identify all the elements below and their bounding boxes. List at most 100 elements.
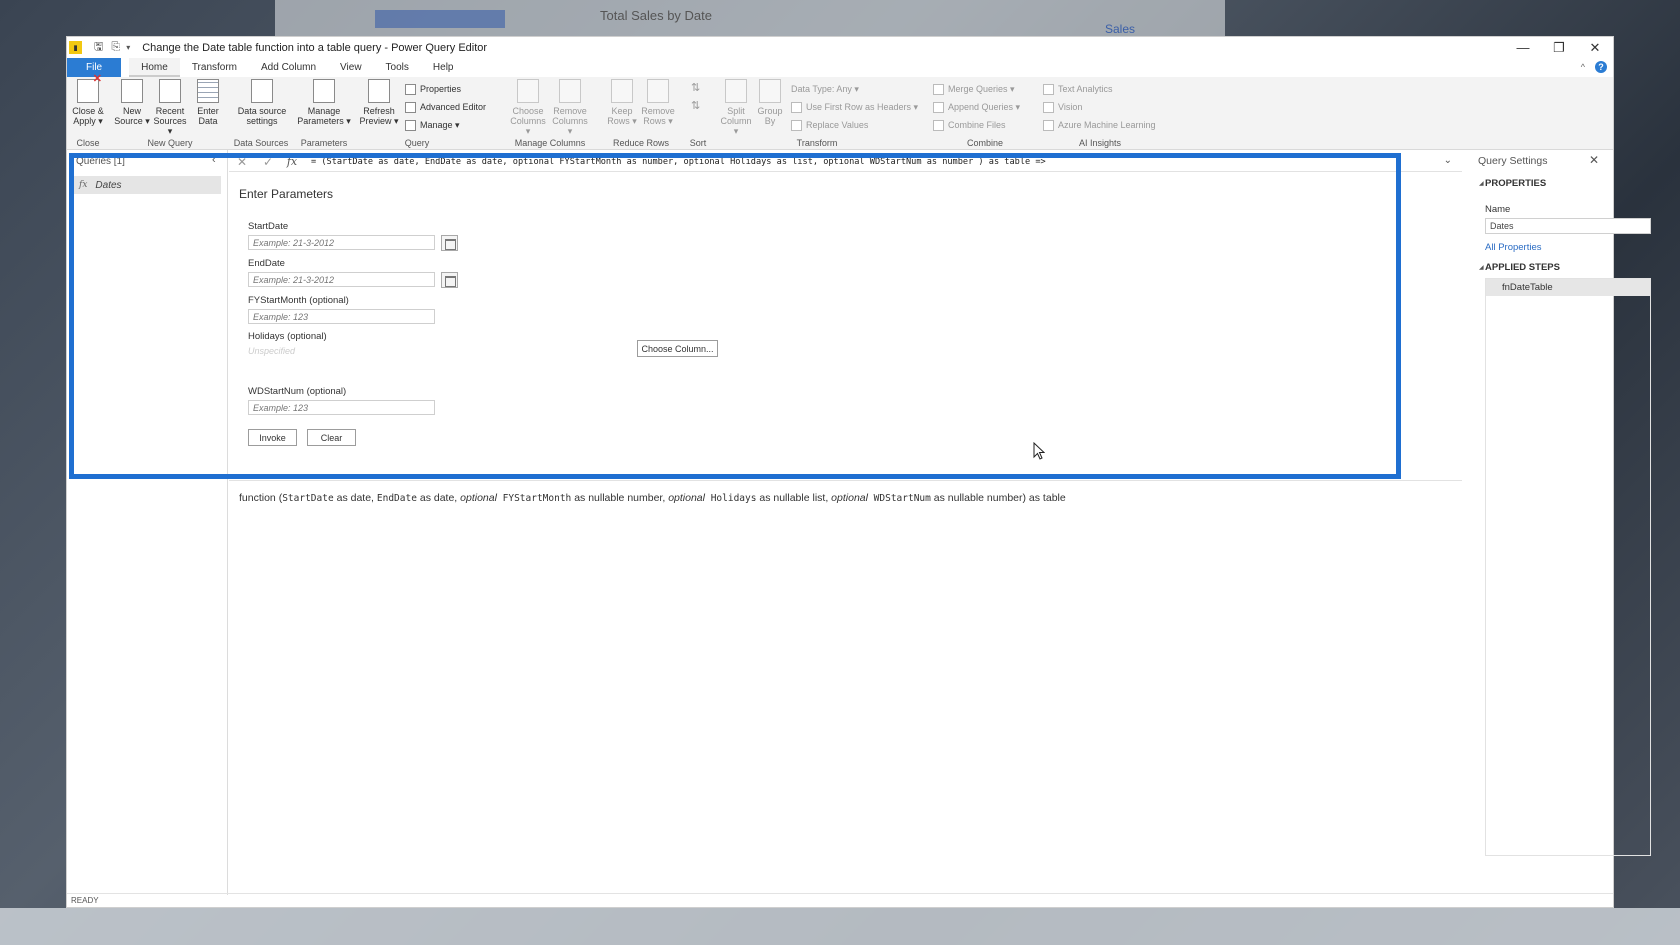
parameters-panel: Enter Parameters StartDate EndDate FYSta… xyxy=(229,172,1462,895)
ribbon-group-query: Refresh Preview ▾ Properties Advanced Ed… xyxy=(357,77,486,150)
enter-data-button[interactable]: Enter Data xyxy=(189,79,227,126)
tab-help[interactable]: Help xyxy=(421,58,466,77)
formula-bar: ✕ ✓ fx = (StartDate as date, EndDate as … xyxy=(229,152,1462,172)
new-source-button[interactable]: New Source ▾ xyxy=(113,79,151,126)
manage-button[interactable]: Manage ▾ xyxy=(405,117,460,133)
fx-icon[interactable]: fx xyxy=(281,155,303,168)
group-by-label: Group By xyxy=(757,106,783,126)
vision-button[interactable]: Vision xyxy=(1043,99,1082,115)
first-row-headers-label: Use First Row as Headers ▾ xyxy=(806,101,919,112)
advanced-editor-button[interactable]: Advanced Editor xyxy=(405,99,486,115)
undo-icon[interactable]: ⎘ xyxy=(111,41,120,54)
remove-rows-label: Remove Rows ▾ xyxy=(641,106,675,126)
sig-param-fystartmonth: FYStartMonth xyxy=(496,493,572,504)
recent-sources-icon xyxy=(159,79,181,103)
data-source-settings-button[interactable]: Data source settings xyxy=(237,79,287,126)
refresh-preview-label: Refresh Preview ▾ xyxy=(359,106,399,126)
sig-part: function ( xyxy=(239,492,283,504)
tab-view[interactable]: View xyxy=(328,58,374,77)
query-name-input[interactable] xyxy=(1485,218,1651,234)
split-column-button[interactable]: Split Column ▾ xyxy=(717,79,755,136)
first-row-headers-button[interactable]: Use First Row as Headers ▾ xyxy=(791,99,918,115)
collapse-ribbon-icon[interactable]: ^ xyxy=(1581,62,1585,72)
keep-rows-button[interactable]: Keep Rows ▾ xyxy=(603,79,641,126)
choose-columns-button[interactable]: Choose Columns ▾ xyxy=(509,79,547,136)
tab-home[interactable]: Home xyxy=(129,58,180,77)
wd-start-num-label: WDStartNum (optional) xyxy=(248,386,347,397)
close-apply-icon xyxy=(77,74,102,103)
minimize-button[interactable]: — xyxy=(1505,37,1541,58)
merge-queries-button[interactable]: Merge Queries ▾ xyxy=(933,81,1015,97)
group-label-new-query: New Query xyxy=(147,138,193,148)
quick-access-dropdown-icon[interactable]: ▾ xyxy=(126,43,130,52)
recent-sources-button[interactable]: Recent Sources ▾ xyxy=(151,79,189,136)
tab-add-column[interactable]: Add Column xyxy=(249,58,328,77)
group-label-transform: Transform xyxy=(796,138,838,148)
sig-optional: optional xyxy=(668,492,705,504)
sig-param-enddate: EndDate xyxy=(376,493,417,504)
replace-values-button[interactable]: Replace Values xyxy=(791,117,868,133)
close-settings-icon[interactable]: ✕ xyxy=(1589,153,1599,167)
collapse-properties-icon[interactable]: ◢ xyxy=(1479,180,1484,187)
group-label-reduce-rows: Reduce Rows xyxy=(612,138,670,148)
sig-param-wdstartnum: WDStartNum xyxy=(867,493,931,504)
fy-start-month-input[interactable] xyxy=(248,309,435,324)
start-date-input[interactable] xyxy=(248,235,435,250)
ribbon: Close & Apply ▾ Close New Source ▾ Recen… xyxy=(67,74,1613,150)
invoke-button[interactable]: Invoke xyxy=(248,429,297,446)
collapse-applied-steps-icon[interactable]: ◢ xyxy=(1479,264,1484,271)
data-source-settings-label: Data source settings xyxy=(237,106,287,126)
close-button[interactable]: ✕ xyxy=(1577,37,1613,58)
data-type-dropdown[interactable]: Data Type: Any ▾ xyxy=(791,81,859,97)
sort-ascending-icon[interactable]: ⇅ xyxy=(691,79,700,95)
ribbon-group-new-query: New Source ▾ Recent Sources ▾ Enter Data… xyxy=(111,77,229,150)
cancel-formula-icon[interactable]: ✕ xyxy=(229,155,255,169)
properties-section-title: PROPERTIES xyxy=(1485,178,1547,189)
sig-part: as date, xyxy=(416,492,461,504)
append-queries-button[interactable]: Append Queries ▾ xyxy=(933,99,1020,115)
text-analytics-button[interactable]: Text Analytics xyxy=(1043,81,1113,97)
query-item-dates[interactable]: fx Dates xyxy=(73,176,221,194)
all-properties-link[interactable]: All Properties xyxy=(1485,242,1542,253)
group-by-button[interactable]: Group By xyxy=(755,79,785,126)
parameters-title: Enter Parameters xyxy=(239,187,334,201)
save-icon[interactable]: 🖫 xyxy=(94,38,103,57)
remove-rows-button[interactable]: Remove Rows ▾ xyxy=(639,79,677,126)
expand-formula-icon[interactable]: ⌄ xyxy=(1444,155,1452,166)
start-date-calendar-icon[interactable] xyxy=(441,235,458,251)
help-icon[interactable]: ? xyxy=(1595,61,1607,73)
background-slide-title: Total Sales by Date xyxy=(600,8,713,23)
properties-icon xyxy=(405,83,416,95)
group-label-combine: Combine xyxy=(966,138,1004,148)
choose-column-button[interactable]: Choose Column... xyxy=(637,340,718,357)
queries-header: Queries [1] xyxy=(76,155,125,167)
advanced-editor-icon xyxy=(405,101,416,113)
sort-descending-icon[interactable]: ⇅ xyxy=(691,97,700,113)
applied-steps-list: fnDateTable xyxy=(1485,278,1651,856)
group-label-parameters: Parameters xyxy=(300,138,348,148)
close-apply-button[interactable]: Close & Apply ▾ xyxy=(69,74,107,126)
remove-columns-button[interactable]: Remove Columns ▾ xyxy=(551,79,589,136)
wd-start-num-input[interactable] xyxy=(248,400,435,415)
end-date-calendar-icon[interactable] xyxy=(441,272,458,288)
formula-text[interactable]: = (StartDate as date, EndDate as date, o… xyxy=(311,157,1046,167)
group-label-close: Close xyxy=(76,138,100,148)
group-by-icon xyxy=(759,79,781,103)
tab-transform[interactable]: Transform xyxy=(180,58,249,77)
properties-button[interactable]: Properties xyxy=(405,81,461,97)
ribbon-group-transform: Split Column ▾ Group By Data Type: Any ▾… xyxy=(717,77,918,150)
end-date-input[interactable] xyxy=(248,272,435,287)
collapse-pane-icon[interactable]: ‹ xyxy=(212,154,216,166)
restore-button[interactable]: ❐ xyxy=(1541,37,1577,58)
combine-files-button[interactable]: Combine Files xyxy=(933,117,1006,133)
tab-tools[interactable]: Tools xyxy=(374,58,421,77)
close-apply-label: Close & Apply ▾ xyxy=(72,106,104,126)
step-item-fndatetable[interactable]: fnDateTable xyxy=(1486,279,1650,296)
manage-parameters-button[interactable]: Manage Parameters ▾ xyxy=(297,79,351,126)
clear-button[interactable]: Clear xyxy=(307,429,356,446)
azure-ml-button[interactable]: Azure Machine Learning xyxy=(1043,117,1156,133)
end-date-label: EndDate xyxy=(248,258,285,269)
confirm-formula-icon[interactable]: ✓ xyxy=(255,155,281,169)
refresh-preview-button[interactable]: Refresh Preview ▾ xyxy=(357,79,401,126)
name-label: Name xyxy=(1485,204,1511,215)
